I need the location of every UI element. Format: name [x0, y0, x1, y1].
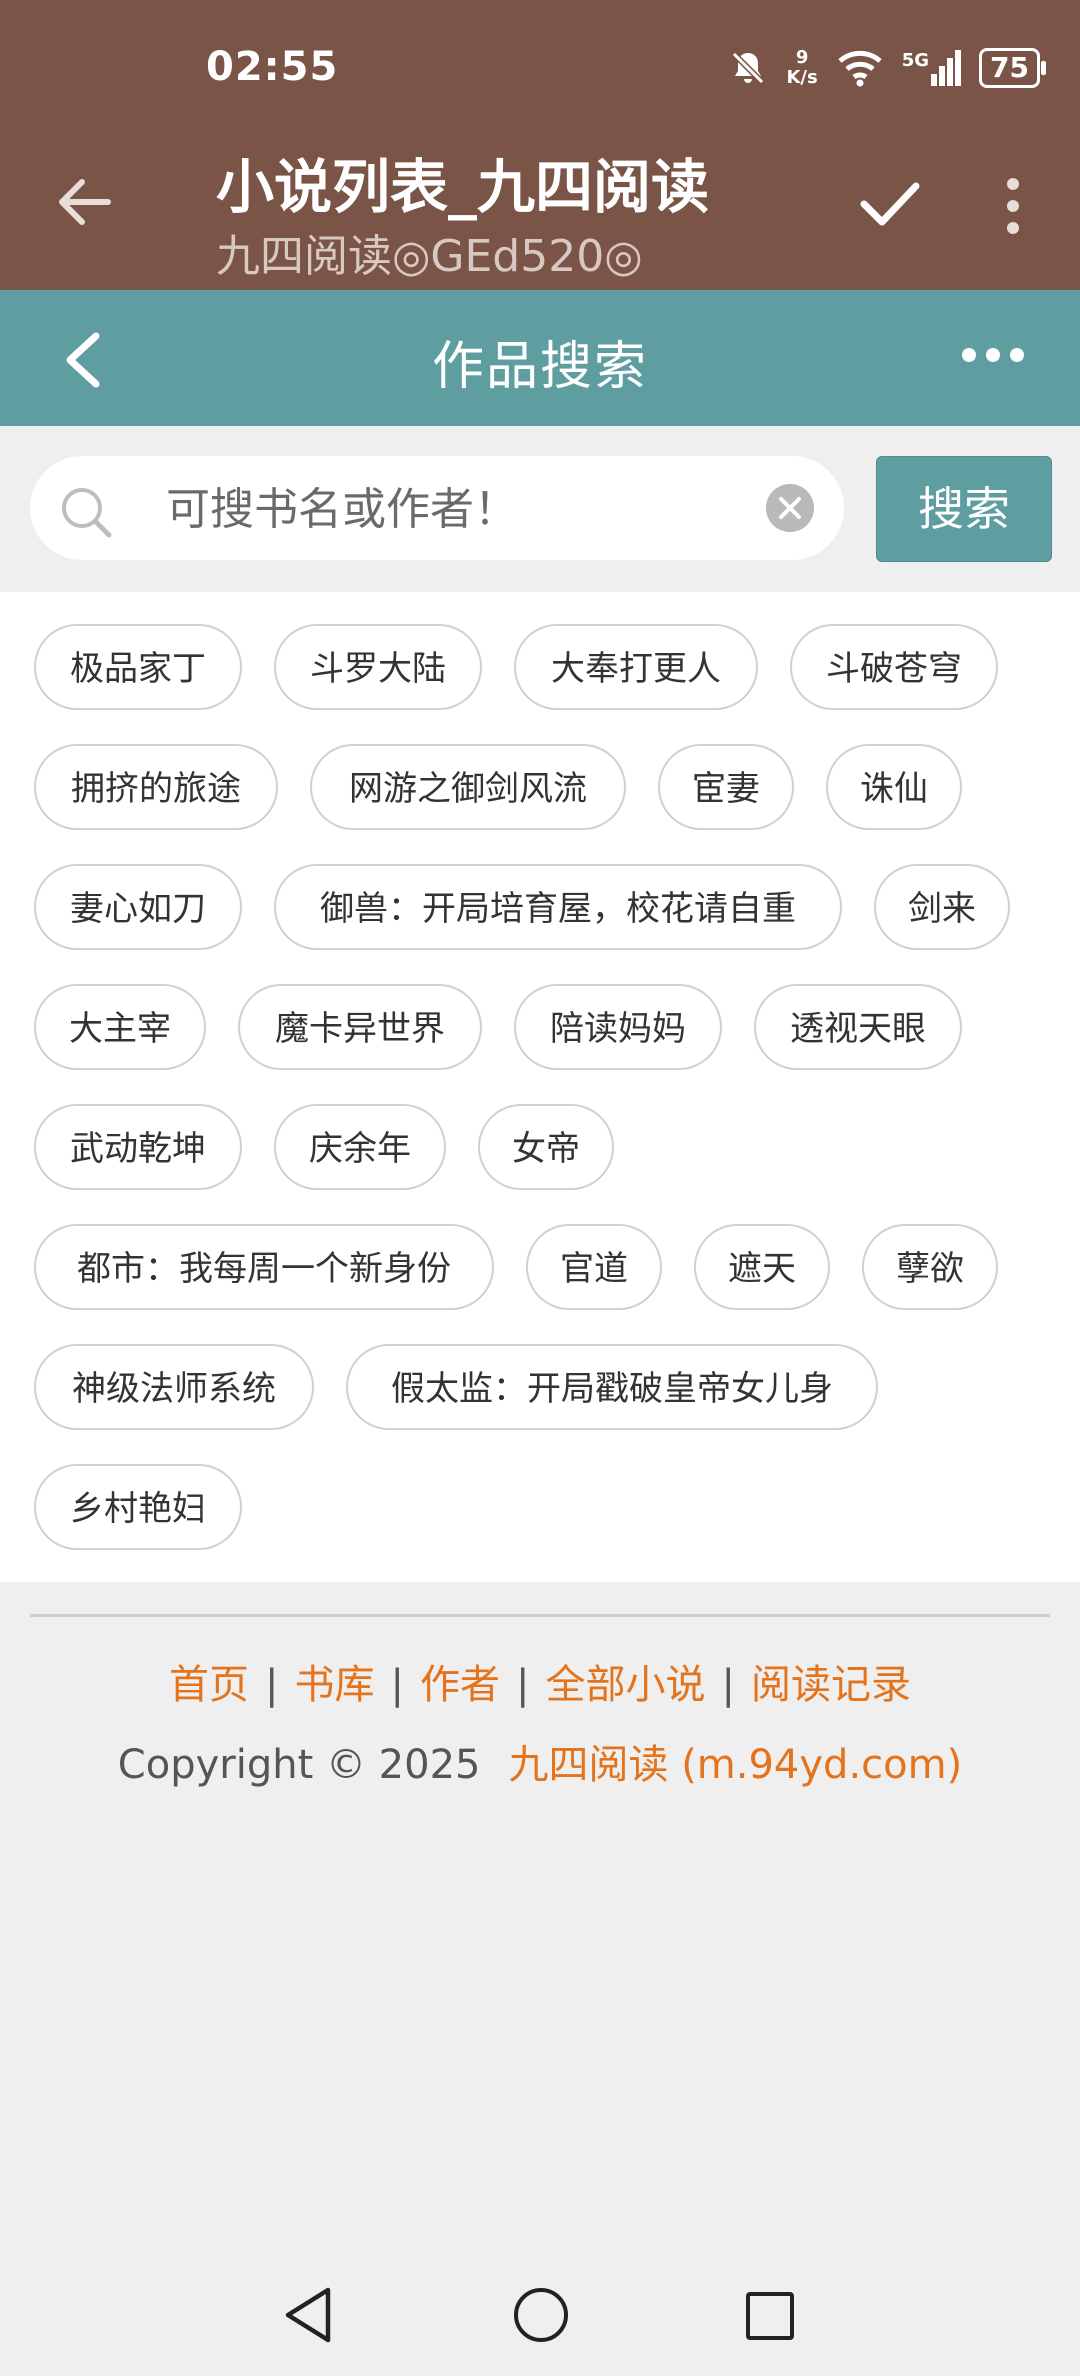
more-horiz-icon[interactable] — [962, 348, 1024, 362]
status-icons: 9 K/s 5G 75 — [728, 47, 1046, 88]
hot-search-tags: 极品家丁 斗罗大陆 大奉打更人 斗破苍穹 拥挤的旅途 网游之御剑风流 宦妻 诛仙… — [0, 592, 1080, 1582]
tag-item[interactable]: 乡村艳妇 — [34, 1464, 242, 1550]
footer-link-authors[interactable]: 作者 — [420, 1662, 500, 1708]
signal-icon: 5G — [902, 50, 962, 86]
footer-link-library[interactable]: 书库 — [295, 1662, 375, 1708]
tag-item[interactable]: 陪读妈妈 — [514, 984, 722, 1070]
page-title: 小说列表_九四阅读 — [216, 153, 710, 221]
net-speed: 9 K/s — [786, 47, 818, 88]
search-bar: 搜索 — [0, 426, 1080, 592]
tag-item[interactable]: 都市：我每周一个新身份 — [34, 1224, 494, 1310]
battery-indicator: 75 — [979, 48, 1046, 88]
wifi-icon — [838, 50, 882, 87]
tag-item[interactable]: 诛仙 — [826, 744, 962, 830]
tag-item[interactable]: 假太监：开局戳破皇帝女儿身 — [346, 1344, 878, 1430]
tag-item[interactable]: 武动乾坤 — [34, 1104, 242, 1190]
tag-item[interactable]: 斗罗大陆 — [274, 624, 482, 710]
tag-item[interactable]: 极品家丁 — [34, 624, 242, 710]
tag-item[interactable]: 大主宰 — [34, 984, 206, 1070]
footer-link-all-novels[interactable]: 全部小说 — [545, 1662, 705, 1708]
back-arrow-icon[interactable] — [54, 172, 114, 232]
site-title: 作品搜索 — [431, 337, 648, 397]
tag-item[interactable]: 庆余年 — [274, 1104, 446, 1190]
status-time: 02:55 — [206, 44, 339, 90]
nav-recents-icon[interactable] — [746, 2292, 794, 2340]
nav-home-icon[interactable] — [514, 2288, 568, 2342]
tag-item[interactable]: 剑来 — [874, 864, 1010, 950]
browser-top-bar: 02:55 9 K/s 5G 75 小说列表_九四阅读 九四阅读◎GEd520◎ — [0, 0, 1080, 290]
tag-item[interactable]: 御兽：开局培育屋，校花请自重 — [274, 864, 842, 950]
tag-item[interactable]: 网游之御剑风流 — [310, 744, 626, 830]
tag-item[interactable]: 宦妻 — [658, 744, 794, 830]
copyright-text: Copyright © 2025 — [117, 1742, 481, 1788]
tag-item[interactable]: 女帝 — [478, 1104, 614, 1190]
footer-link-history[interactable]: 阅读记录 — [751, 1662, 911, 1708]
page-subtitle: 九四阅读◎GEd520◎ — [216, 231, 643, 282]
copyright: Copyright © 2025 九四阅读 (m.94yd.com) — [0, 1732, 1080, 1790]
bell-muted-icon — [732, 51, 765, 85]
search-button[interactable]: 搜索 — [876, 456, 1052, 562]
search-input[interactable] — [164, 474, 768, 544]
nav-back-icon[interactable] — [282, 2286, 334, 2344]
site-header: 作品搜索 — [0, 290, 1080, 426]
more-vert-icon[interactable] — [1000, 176, 1026, 236]
tag-item[interactable]: 遮天 — [694, 1224, 830, 1310]
search-box — [30, 456, 844, 560]
footer-divider — [30, 1614, 1050, 1617]
tag-item[interactable]: 斗破苍穹 — [790, 624, 998, 710]
tag-item[interactable]: 大奉打更人 — [514, 624, 758, 710]
tag-item[interactable]: 官道 — [526, 1224, 662, 1310]
tag-item[interactable]: 孽欲 — [862, 1224, 998, 1310]
footer-link-home[interactable]: 首页 — [169, 1662, 249, 1708]
check-icon[interactable] — [858, 178, 922, 230]
tag-item[interactable]: 拥挤的旅途 — [34, 744, 278, 830]
tag-item[interactable]: 透视天眼 — [754, 984, 962, 1070]
clear-icon[interactable] — [766, 484, 814, 532]
tag-item[interactable]: 魔卡异世界 — [238, 984, 482, 1070]
site-link[interactable]: 九四阅读 (m.94yd.com) — [508, 1742, 962, 1788]
tag-item[interactable]: 妻心如刀 — [34, 864, 242, 950]
tag-item[interactable]: 神级法师系统 — [34, 1344, 314, 1430]
footer-links: 首页 | 书库 | 作者 | 全部小说 | 阅读记录 — [169, 1662, 911, 1708]
search-icon — [62, 488, 112, 538]
